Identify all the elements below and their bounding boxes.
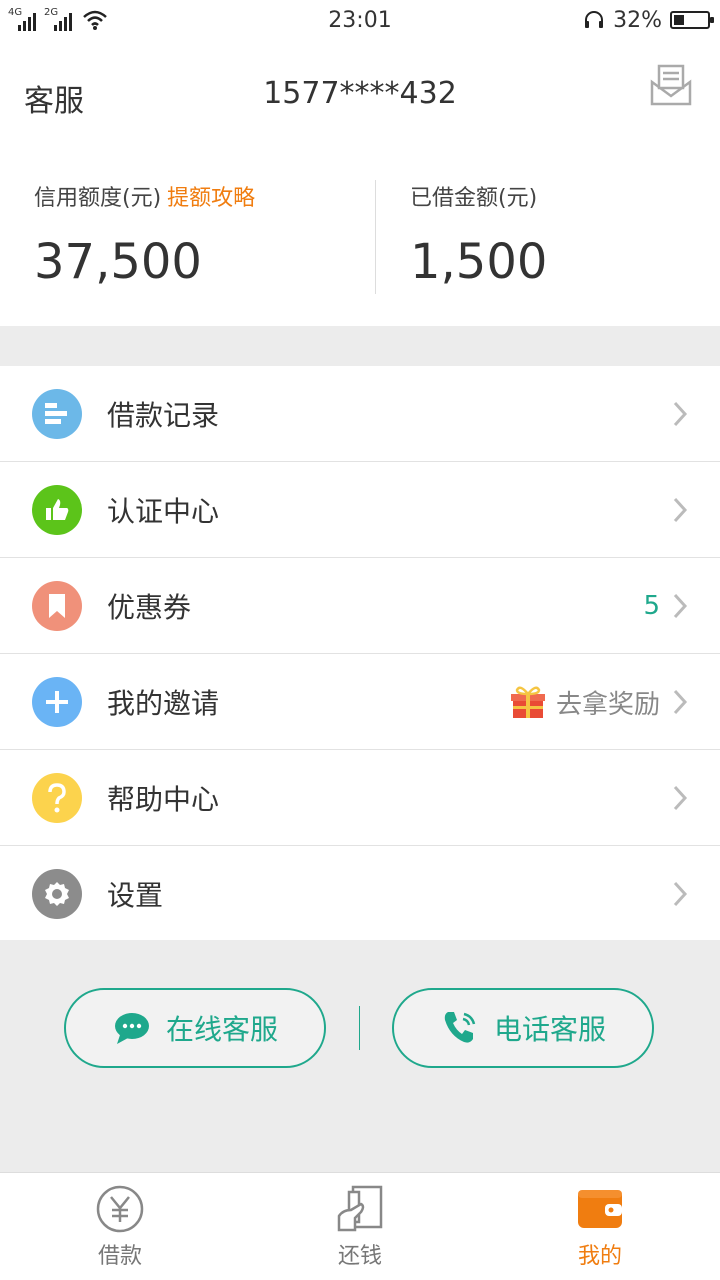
borrowed-amount: 已借金额(元) 1,500 (410, 180, 547, 290)
get-reward-text: 去拿奖励 (555, 689, 660, 720)
coupon-icon (32, 580, 82, 631)
menu-item-label: 认证中心 (107, 494, 220, 528)
chevron-right-icon (673, 497, 688, 523)
tab-label: 还钱 (337, 1243, 382, 1269)
menu-item-label: 设置 (107, 879, 164, 912)
menu-list: 借款记录 认证中心 优惠券 5 我的邀请 去拿奖励 帮助中心 设置 (0, 366, 720, 942)
menu-item-label: 帮助中心 (107, 782, 220, 816)
support-area: 在线客服 电话客服 (0, 940, 720, 1172)
status-right: 32% (450, 7, 714, 33)
menu-item-label: 借款记录 (107, 398, 220, 432)
chat-bubble-icon (114, 1013, 149, 1044)
menu-item-loan-records[interactable]: 借款记录 (0, 366, 720, 462)
battery-percent: 32% (613, 7, 662, 33)
tab-repay[interactable]: 还钱 (240, 1173, 480, 1280)
menu-item-invitations[interactable]: 我的邀请 去拿奖励 (0, 654, 720, 750)
raise-limit-link[interactable]: 提额攻略 (167, 186, 255, 211)
tab-label: 借款 (97, 1243, 142, 1269)
headset-icon (585, 11, 604, 28)
menu-item-help-center[interactable]: 帮助中心 (0, 750, 720, 846)
phone-service-button[interactable]: 电话客服 (392, 988, 654, 1068)
borrowed-label: 已借金额(元) (410, 186, 538, 211)
chevron-right-icon (673, 785, 688, 811)
coupon-count-badge: 5 (643, 591, 660, 621)
battery-icon (670, 11, 714, 29)
chevron-right-icon (673, 593, 688, 619)
mail-icon[interactable] (648, 62, 694, 108)
menu-item-label: 我的邀请 (107, 686, 220, 720)
menu-item-coupons[interactable]: 优惠券 5 (0, 558, 720, 654)
credit-summary: 信用额度(元) 提额攻略 37,500 已借金额(元) 1,500 (0, 150, 720, 326)
online-service-button[interactable]: 在线客服 (64, 988, 326, 1068)
signal-2g-icon: 2G (44, 7, 74, 31)
chevron-right-icon (673, 881, 688, 907)
header: 客服 1577****432 (0, 40, 720, 150)
borrowed-value: 1,500 (410, 234, 548, 290)
question-icon (32, 772, 82, 823)
phone-service-label: 电话客服 (493, 1013, 606, 1046)
yen-icon (96, 1185, 144, 1232)
menu-item-verification[interactable]: 认证中心 (0, 462, 720, 558)
credit-limit-value: 37,500 (34, 234, 202, 290)
bottom-tab-bar: 借款 还钱 我的 (0, 1172, 720, 1280)
plus-icon (32, 676, 82, 727)
gear-icon (32, 869, 82, 919)
support-divider (359, 1006, 360, 1050)
phone-number: 1577****432 (263, 76, 457, 111)
tab-label: 我的 (577, 1243, 622, 1269)
repay-icon (337, 1185, 383, 1231)
chevron-right-icon (673, 689, 688, 715)
credit-limit: 信用额度(元) 提额攻略 37,500 (34, 180, 255, 290)
status-bar: 4G 2G 23:01 32% (0, 0, 720, 40)
signal-4g-icon: 4G (8, 7, 38, 31)
credit-divider (375, 180, 376, 294)
tab-borrow[interactable]: 借款 (0, 1173, 240, 1280)
status-time: 23:01 (328, 7, 392, 33)
menu-item-settings[interactable]: 设置 (0, 846, 720, 942)
thumbs-up-icon (32, 484, 82, 535)
record-icon (32, 388, 82, 439)
credit-limit-label: 信用额度(元) (34, 186, 162, 211)
wallet-icon (578, 1189, 622, 1228)
tab-mine[interactable]: 我的 (480, 1173, 720, 1280)
phone-icon (444, 1012, 476, 1043)
menu-item-label: 优惠券 (107, 590, 192, 624)
online-service-label: 在线客服 (165, 1013, 278, 1046)
wifi-icon (83, 10, 107, 30)
gift-icon (510, 686, 545, 718)
signal-area: 4G 2G (8, 7, 270, 31)
chevron-right-icon (673, 401, 688, 427)
